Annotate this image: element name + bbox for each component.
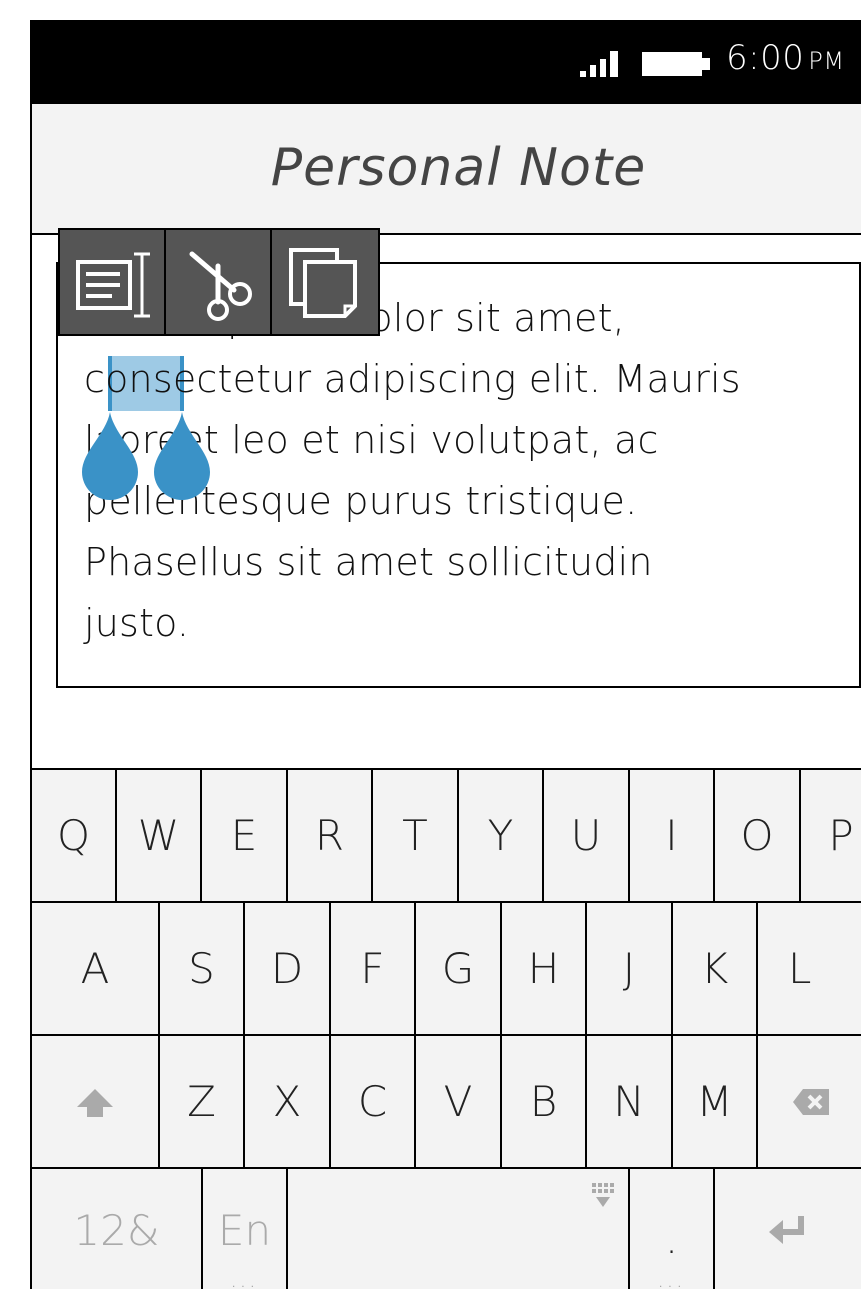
selection-end-handle[interactable] bbox=[154, 412, 210, 500]
app-header: Personal Note bbox=[32, 104, 861, 235]
key-m[interactable]: M bbox=[673, 1036, 758, 1167]
key-j[interactable]: J bbox=[587, 903, 673, 1034]
enter-key[interactable] bbox=[715, 1169, 861, 1289]
select-all-button[interactable] bbox=[60, 230, 166, 334]
key-g[interactable]: G bbox=[416, 903, 502, 1034]
clock-ampm: PM bbox=[808, 47, 845, 75]
key-b[interactable]: B bbox=[502, 1036, 587, 1167]
status-bar: 6:00 PM bbox=[32, 20, 861, 104]
page-title: Personal Note bbox=[270, 138, 647, 198]
space-key[interactable] bbox=[288, 1169, 630, 1289]
clock-time: 6:00 bbox=[726, 38, 805, 78]
shift-key[interactable] bbox=[32, 1036, 160, 1167]
key-n[interactable]: N bbox=[587, 1036, 673, 1167]
key-s[interactable]: S bbox=[160, 903, 245, 1034]
cut-button[interactable] bbox=[166, 230, 272, 334]
signal-icon bbox=[580, 51, 618, 77]
keyboard: Q W E R T Y U I O P A S D F G H J K L Z … bbox=[32, 768, 861, 1289]
text-context-menu bbox=[58, 228, 380, 336]
key-f[interactable]: F bbox=[331, 903, 416, 1034]
select-all-icon bbox=[76, 252, 150, 318]
key-d[interactable]: D bbox=[245, 903, 331, 1034]
key-h[interactable]: H bbox=[502, 903, 587, 1034]
key-t[interactable]: T bbox=[373, 770, 459, 901]
language-label: En bbox=[217, 1205, 272, 1255]
key-o[interactable]: O bbox=[715, 770, 801, 901]
key-i[interactable]: I bbox=[630, 770, 715, 901]
backspace-icon bbox=[792, 1088, 829, 1115]
keyboard-row-3: Z X C V B N M bbox=[32, 1036, 861, 1169]
numbers-key[interactable]: 12& bbox=[32, 1169, 203, 1289]
language-key-dots: ... bbox=[230, 1268, 259, 1289]
shift-icon bbox=[77, 1088, 113, 1117]
key-x[interactable]: X bbox=[245, 1036, 331, 1167]
key-v[interactable]: V bbox=[416, 1036, 502, 1167]
clock: 6:00 PM bbox=[726, 38, 845, 78]
key-e[interactable]: E bbox=[202, 770, 288, 901]
keyboard-row-1: Q W E R T Y U I O P bbox=[32, 770, 861, 903]
key-l[interactable]: L bbox=[758, 903, 844, 1034]
backspace-key[interactable] bbox=[758, 1036, 861, 1167]
keyboard-row-4: 12& En ... . ... bbox=[32, 1169, 861, 1289]
copy-icon bbox=[289, 248, 357, 318]
copy-button[interactable] bbox=[272, 230, 378, 334]
key-y[interactable]: Y bbox=[459, 770, 544, 901]
period-label: . bbox=[664, 1214, 679, 1263]
period-key[interactable]: . ... bbox=[630, 1169, 715, 1289]
key-k[interactable]: K bbox=[673, 903, 758, 1034]
key-q[interactable]: Q bbox=[32, 770, 117, 901]
period-key-dots: ... bbox=[657, 1268, 686, 1289]
key-w[interactable]: W bbox=[117, 770, 202, 901]
hide-keyboard-icon bbox=[592, 1183, 614, 1207]
phone-screen: 6:00PM Personal Note Lorem ipsum dolor s… bbox=[30, 20, 861, 1289]
key-a[interactable]: A bbox=[32, 903, 160, 1034]
enter-icon bbox=[769, 1216, 804, 1244]
language-key[interactable]: En ... bbox=[203, 1169, 288, 1289]
key-p[interactable]: P bbox=[801, 770, 861, 901]
keyboard-row-2: A S D F G H J K L bbox=[32, 903, 861, 1036]
key-r[interactable]: R bbox=[288, 770, 373, 901]
key-z[interactable]: Z bbox=[160, 1036, 245, 1167]
battery-icon bbox=[642, 52, 710, 76]
scissors-icon bbox=[189, 251, 252, 321]
selection-start-handle[interactable] bbox=[82, 412, 138, 500]
key-u[interactable]: U bbox=[544, 770, 630, 901]
key-c[interactable]: C bbox=[331, 1036, 416, 1167]
